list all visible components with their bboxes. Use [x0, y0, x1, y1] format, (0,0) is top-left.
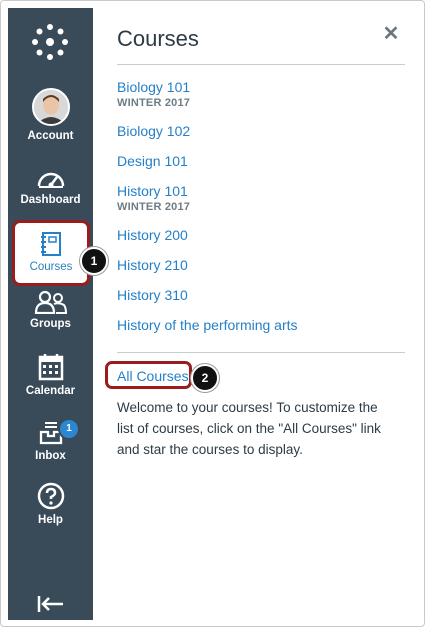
all-courses-highlight: All Courses — [105, 361, 192, 389]
course-link[interactable]: History 310 — [117, 286, 298, 304]
nav-groups-label: Groups — [30, 318, 71, 330]
welcome-text: Welcome to your courses! To customize th… — [117, 400, 381, 457]
global-navigation: Account Dashboard Courses Groups Calenda… — [8, 8, 93, 620]
groups-icon — [34, 290, 67, 314]
callout-marker: 1 — [80, 247, 108, 275]
nav-help-label: Help — [38, 514, 63, 526]
list-item: History 200 — [117, 226, 298, 244]
course-link[interactable]: Biology 102 — [117, 122, 298, 140]
list-item: Design 101 — [117, 152, 298, 170]
nav-courses[interactable]: Courses — [12, 220, 90, 286]
close-icon[interactable]: ✕ — [380, 23, 402, 45]
nav-groups[interactable]: Groups — [8, 290, 93, 330]
list-item: History of the performing arts — [117, 316, 298, 334]
inbox-unread-badge: 1 — [58, 418, 80, 440]
list-item: Biology 102 — [117, 122, 298, 140]
user-photo-icon — [33, 90, 68, 124]
tray-title: Courses — [117, 26, 199, 51]
course-link[interactable]: Biology 101 — [117, 78, 298, 96]
app-window: Account Dashboard Courses Groups Calenda… — [0, 0, 425, 627]
nav-calendar[interactable]: Calendar — [8, 353, 93, 397]
nav-inbox[interactable]: 1 Inbox — [8, 418, 93, 462]
nav-dashboard[interactable]: Dashboard — [8, 166, 93, 206]
list-item: History 101 WINTER 2017 — [117, 182, 298, 214]
canvas-logo-icon[interactable] — [30, 22, 70, 62]
nav-dashboard-label: Dashboard — [20, 194, 81, 206]
collapse-nav-icon[interactable] — [37, 594, 65, 614]
help-icon — [37, 482, 64, 510]
course-link[interactable]: Design 101 — [117, 152, 298, 170]
nav-account[interactable]: Account — [8, 88, 93, 142]
calendar-icon — [38, 354, 63, 381]
list-item: Biology 101 WINTER 2017 — [117, 78, 298, 110]
divider — [117, 64, 405, 65]
list-item: History 310 — [117, 286, 298, 304]
list-item: History 210 — [117, 256, 298, 274]
course-link[interactable]: History 210 — [117, 256, 298, 274]
course-term: WINTER 2017 — [117, 201, 191, 213]
nav-help[interactable]: Help — [8, 482, 93, 526]
all-courses-link[interactable]: All Courses — [117, 368, 189, 384]
course-link[interactable]: History 200 — [117, 226, 298, 244]
nav-calendar-label: Calendar — [25, 385, 76, 397]
course-link[interactable]: History of the performing arts — [117, 316, 298, 334]
nav-account-label: Account — [27, 130, 74, 142]
callout-marker: 2 — [191, 364, 219, 392]
nav-courses-label: Courses — [29, 261, 73, 273]
courses-book-icon — [41, 232, 61, 256]
course-link[interactable]: History 101 — [117, 182, 298, 200]
dashboard-icon — [37, 172, 64, 188]
avatar — [31, 88, 70, 126]
courses-tray: Courses ✕ Biology 101 WINTER 2017 Biolog… — [93, 8, 418, 620]
nav-inbox-label: Inbox — [35, 450, 66, 462]
divider — [117, 352, 405, 353]
course-list: Biology 101 WINTER 2017 Biology 102 Desi… — [117, 78, 298, 334]
course-term: WINTER 2017 — [117, 97, 191, 109]
